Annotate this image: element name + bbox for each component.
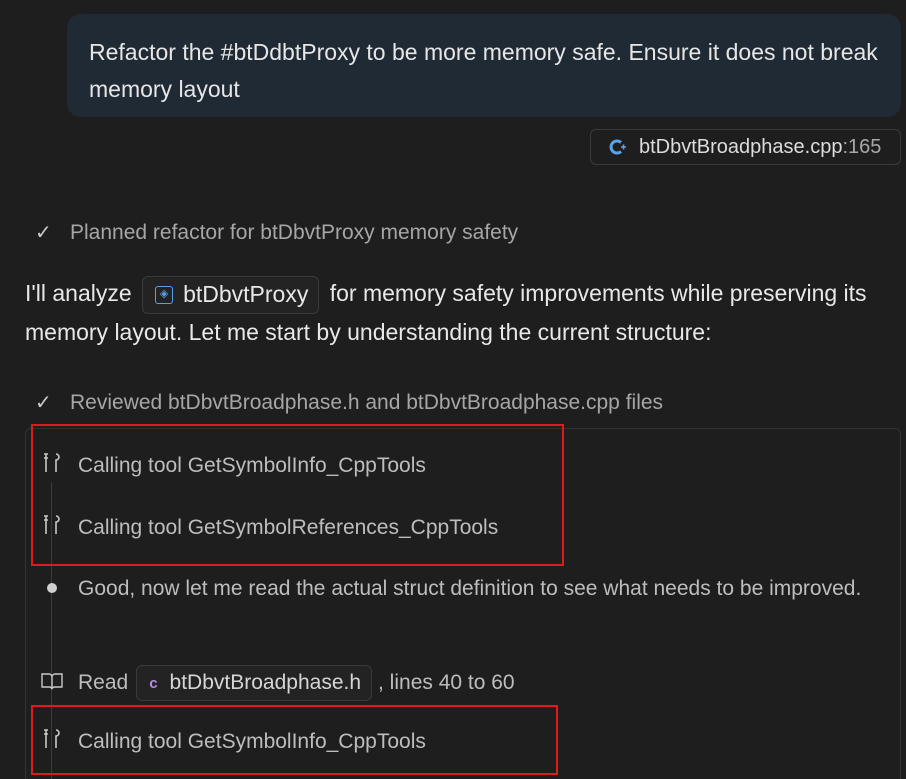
read-file-name: btDbvtBroadphase.h [169,671,362,694]
tools-icon [40,514,64,541]
context-file-line: :165 [842,135,882,158]
read-range: , lines 40 to 60 [378,671,515,694]
bullet-dot-icon [47,583,57,593]
tool-call-label: Calling tool GetSymbolInfo_CppTools [78,729,426,753]
assistant-message-prefix: I'll analyze [25,280,132,306]
user-message-text: Refactor the #btDdbtProxy to be more mem… [89,39,878,102]
tool-call-item[interactable]: Calling tool GetSymbolInfo_CppTools [40,728,426,755]
highlight-box [31,424,564,566]
status-reviewed-text: Reviewed btDbvtBroadphase.h and btDbvtBr… [70,390,664,414]
check-icon: ✓ [35,222,52,244]
assistant-message: I'll analyze ◈ btDbvtProxy for memory sa… [25,275,905,351]
tools-icon [40,728,64,755]
tool-call-item[interactable]: Calling tool GetSymbolInfo_CppTools [40,452,426,479]
cpp-file-icon [607,137,627,157]
tool-call-item[interactable]: Calling tool GetSymbolReferences_CppTool… [40,514,498,541]
struct-symbol-icon: ◈ [155,285,174,304]
status-reviewed[interactable]: ✓ Reviewed btDbvtBroadphase.h and btDbvt… [35,390,663,415]
user-message-bubble: Refactor the #btDdbtProxy to be more mem… [67,14,901,117]
context-file-name: btDbvtBroadphase.cpp [639,135,843,158]
read-file-chip[interactable]: c btDbvtBroadphase.h [136,665,373,701]
symbol-reference-name: btDbvtProxy [183,281,309,308]
assistant-thought: Good, now let me read the actual struct … [78,577,862,600]
status-planned-text: Planned refactor for btDbvtProxy memory … [70,220,519,244]
status-planned[interactable]: ✓ Planned refactor for btDbvtProxy memor… [35,220,518,245]
read-action-verb: Read [78,671,129,694]
symbol-reference-chip[interactable]: ◈ btDbvtProxy [142,275,320,314]
check-icon: ✓ [35,392,52,414]
book-icon [40,672,64,695]
read-file-action[interactable]: Read c btDbvtBroadphase.h , lines 40 to … [40,665,515,701]
c-file-icon: c [149,674,158,692]
context-file-reference[interactable]: btDbvtBroadphase.cpp:165 [590,129,901,165]
tools-icon [40,452,64,479]
tool-call-label: Calling tool GetSymbolReferences_CppTool… [78,515,499,539]
tool-call-label: Calling tool GetSymbolInfo_CppTools [78,453,426,477]
